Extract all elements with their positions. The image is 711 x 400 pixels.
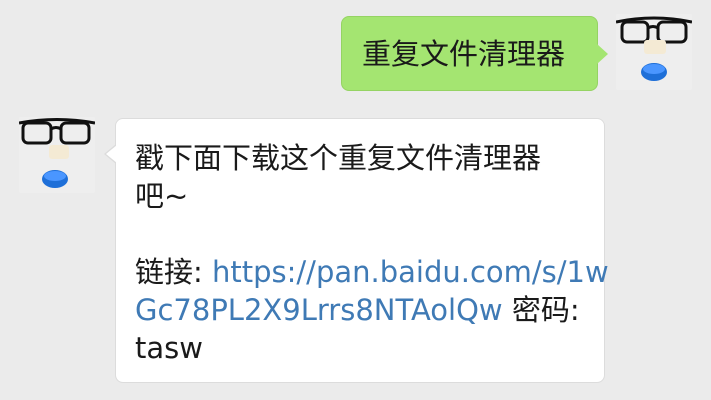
link-label: 链接:: [135, 255, 212, 289]
outgoing-message-bubble[interactable]: 重复文件清理器: [341, 16, 608, 91]
password-value: tasw: [135, 331, 203, 365]
contact-avatar[interactable]: [19, 117, 95, 193]
link-line-continued: Gc78PL2X9Lrrs8NTAolQw 密码:: [135, 291, 584, 329]
message-line: 戳下面下载这个重复文件清理器: [135, 141, 542, 175]
message-line: 吧~: [135, 179, 189, 213]
glasses-avatar-icon: [616, 14, 692, 90]
download-link-continued[interactable]: Gc78PL2X9Lrrs8NTAolQw: [135, 293, 503, 327]
password-label: 密码:: [502, 293, 580, 327]
link-line: 链接: https://pan.baidu.com/s/1w: [135, 253, 609, 291]
glasses-avatar-icon: [19, 117, 95, 193]
sender-avatar[interactable]: [616, 14, 692, 90]
outgoing-message-text: 重复文件清理器: [362, 37, 566, 71]
download-link[interactable]: https://pan.baidu.com/s/1w: [212, 255, 609, 289]
incoming-message-bubble[interactable]: 戳下面下载这个重复文件清理器 吧~ 链接: https://pan.baidu.…: [104, 118, 609, 383]
